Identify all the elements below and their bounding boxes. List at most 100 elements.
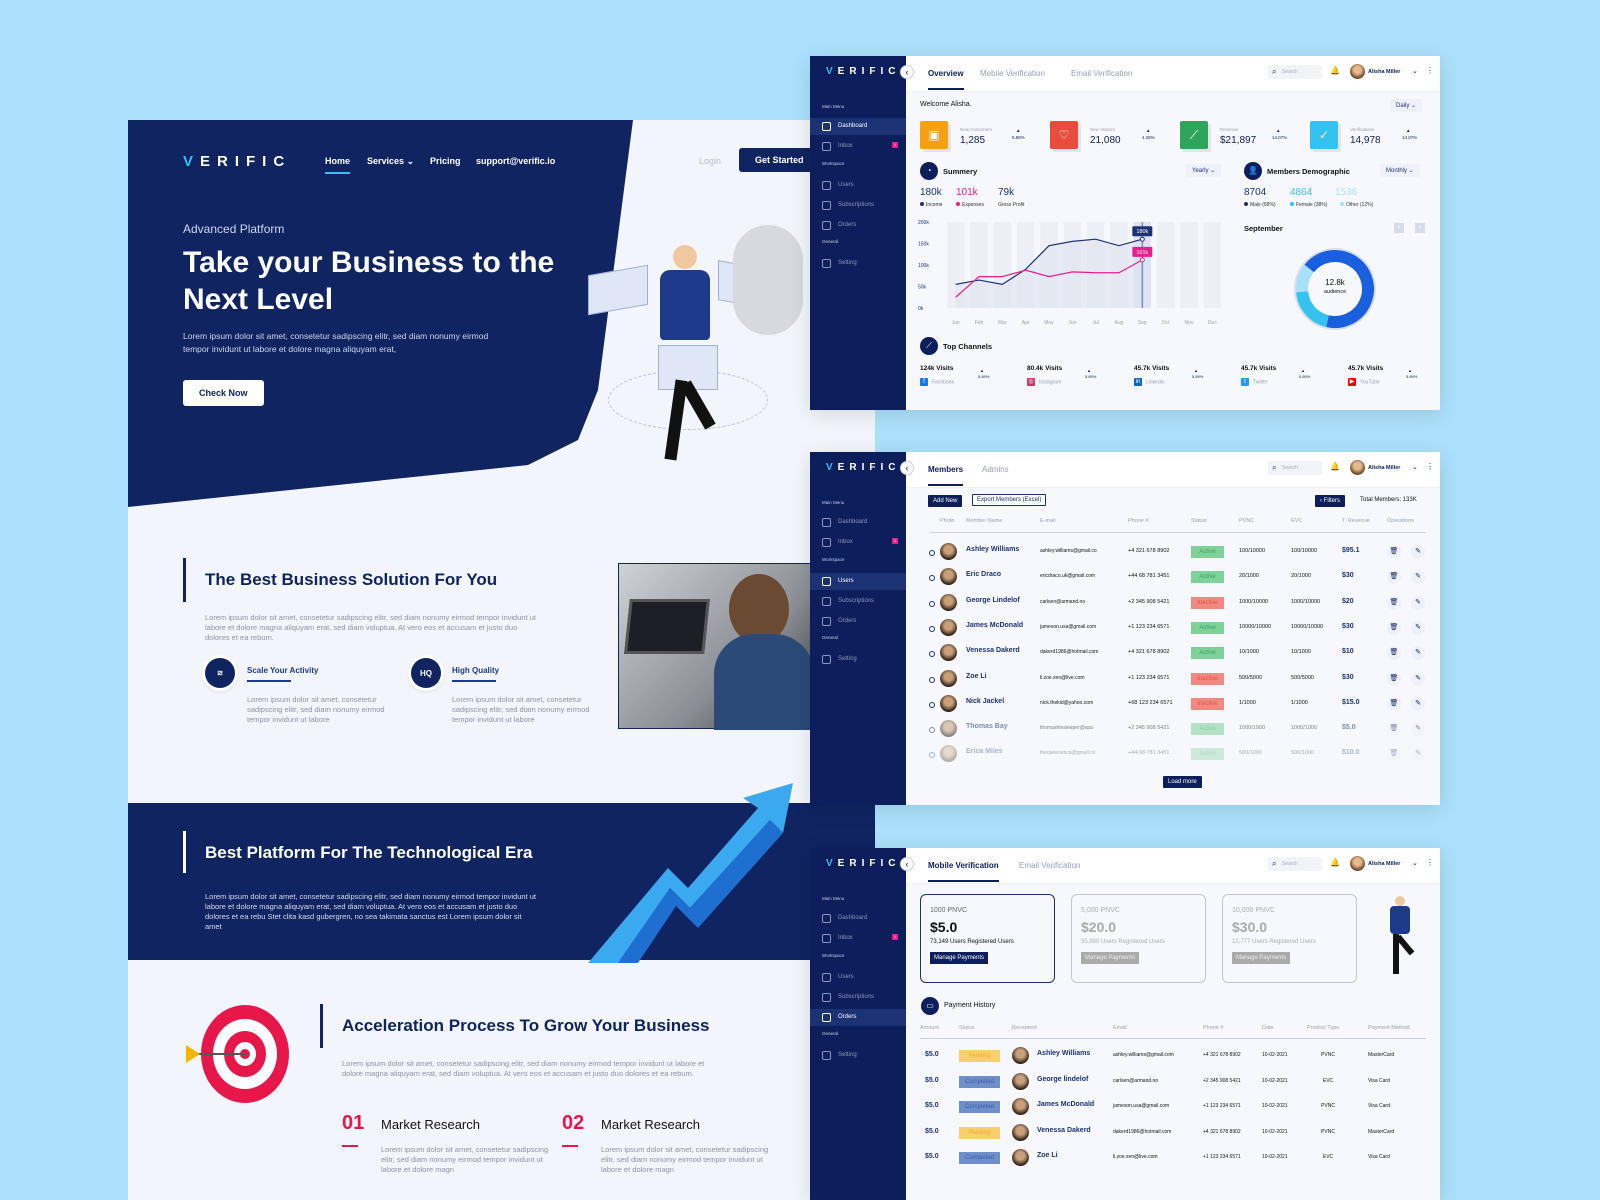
plan-card[interactable]: 10,000 PNVC $30.0 12,777 Users Registered … xyxy=(1222,894,1357,983)
member-name[interactable]: Thomas Bay xyxy=(966,723,1008,730)
demographic-period-select[interactable]: Monthly ⌄ xyxy=(1380,164,1420,177)
delete-button[interactable]: 🗑 xyxy=(1387,747,1401,762)
recipient-name[interactable]: James McDonald xyxy=(1037,1101,1094,1108)
user-name[interactable]: Alisha Miller xyxy=(1368,69,1400,75)
prev-month-button[interactable]: ‹ xyxy=(1394,223,1404,233)
sidebar-item-subscriptions[interactable]: Subscriptions xyxy=(810,989,906,1006)
login-link[interactable]: Login xyxy=(699,156,721,166)
period-select[interactable]: Daily ⌄ xyxy=(1390,99,1423,112)
edit-button[interactable]: ✎ xyxy=(1411,696,1425,711)
delete-button[interactable]: 🗑 xyxy=(1387,722,1401,737)
row-checkbox[interactable] xyxy=(929,600,935,607)
edit-button[interactable]: ✎ xyxy=(1411,671,1425,686)
user-avatar[interactable] xyxy=(1350,460,1365,475)
nav-support-email[interactable]: support@verific.io xyxy=(476,156,555,166)
recipient-name[interactable]: George lindelof xyxy=(1037,1076,1088,1083)
load-more-button[interactable]: Load more xyxy=(1163,776,1202,788)
manage-payments-button[interactable]: Manage Payments xyxy=(930,952,989,964)
member-name[interactable]: Nick Jackel xyxy=(966,698,1004,705)
recipient-name[interactable]: Zoe Li xyxy=(1037,1152,1058,1159)
delete-button[interactable]: 🗑 xyxy=(1387,646,1401,661)
edit-button[interactable]: ✎ xyxy=(1411,722,1425,737)
member-name[interactable]: Erica Miles xyxy=(966,748,1003,755)
sidebar-logo[interactable]: VERIFIC xyxy=(826,462,900,473)
sidebar-logo[interactable]: VERIFIC xyxy=(826,858,900,869)
collapse-sidebar-button[interactable]: ‹ xyxy=(900,857,914,871)
delete-button[interactable]: 🗑 xyxy=(1387,545,1401,559)
tab-overview[interactable]: Overview xyxy=(928,69,964,90)
tab-mobile-verification[interactable]: Mobile Verification xyxy=(928,861,999,882)
sidebar-item-subscriptions[interactable]: Subscriptions xyxy=(810,197,906,214)
edit-button[interactable]: ✎ xyxy=(1411,747,1425,762)
chevron-down-icon[interactable]: ⌄ xyxy=(1412,67,1418,75)
tab-mobile-verification[interactable]: Mobile Verification xyxy=(980,69,1045,78)
manage-payments-button[interactable]: Manage Payments xyxy=(1081,952,1140,964)
sidebar-logo[interactable]: VERIFIC xyxy=(826,66,900,77)
manage-payments-button[interactable]: Manage Payments xyxy=(1232,952,1291,964)
row-checkbox[interactable] xyxy=(929,550,935,556)
edit-button[interactable]: ✎ xyxy=(1411,595,1425,610)
sidebar-item-orders[interactable]: Orders xyxy=(810,1009,906,1026)
member-name[interactable]: James McDonald xyxy=(966,622,1023,629)
export-members-button[interactable]: Export Members (Excel) xyxy=(972,494,1047,506)
member-name[interactable]: George Lindelof xyxy=(966,597,1020,604)
user-avatar[interactable] xyxy=(1350,64,1365,79)
chevron-down-icon[interactable]: ⌄ xyxy=(1412,463,1418,471)
row-checkbox[interactable] xyxy=(929,625,935,632)
row-checkbox[interactable] xyxy=(929,752,935,759)
sidebar-item-dashboard[interactable]: Dashboard xyxy=(810,514,906,531)
bell-icon[interactable]: 🔔 xyxy=(1330,462,1342,474)
sidebar-item-dashboard[interactable]: Dashboard xyxy=(810,910,906,927)
get-started-button[interactable]: Get Started xyxy=(739,148,820,172)
delete-button[interactable]: 🗑 xyxy=(1387,671,1401,686)
tab-email-verification[interactable]: Email Verification xyxy=(1019,861,1080,870)
member-name[interactable]: Zoe Li xyxy=(966,673,987,680)
tab-email-verification[interactable]: Email Verification xyxy=(1071,69,1132,78)
more-menu-icon[interactable]: ⋮ xyxy=(1426,66,1434,75)
search-input[interactable]: Search xyxy=(1268,461,1322,475)
more-menu-icon[interactable]: ⋮ xyxy=(1426,462,1434,471)
search-input[interactable]: Search xyxy=(1268,65,1322,79)
check-now-button[interactable]: Check Now xyxy=(183,380,264,406)
search-input[interactable]: Search xyxy=(1268,857,1322,871)
landing-logo[interactable]: VERIFIC xyxy=(183,153,291,170)
sidebar-item-inbox[interactable]: Inbox 1 xyxy=(810,138,906,155)
user-avatar[interactable] xyxy=(1350,856,1365,871)
nav-pricing[interactable]: Pricing xyxy=(430,156,461,166)
tab-admins[interactable]: Admins xyxy=(982,465,1009,474)
bell-icon[interactable]: 🔔 xyxy=(1330,858,1342,870)
member-name[interactable]: Eric Draco xyxy=(966,571,1001,578)
row-checkbox[interactable] xyxy=(929,676,935,683)
bell-icon[interactable]: 🔔 xyxy=(1330,66,1342,78)
edit-button[interactable]: ✎ xyxy=(1411,570,1425,585)
add-new-button[interactable]: Add New xyxy=(928,495,963,507)
chevron-down-icon[interactable]: ⌄ xyxy=(1412,859,1418,867)
plan-card[interactable]: 1000 PNVC $5.0 73,149 Users Registered Use… xyxy=(920,894,1055,983)
sidebar-item-setting[interactable]: Setting xyxy=(810,255,906,272)
sidebar-item-users[interactable]: Users xyxy=(810,177,906,194)
next-month-button[interactable]: › xyxy=(1415,223,1425,233)
row-checkbox[interactable] xyxy=(929,701,935,708)
row-checkbox[interactable] xyxy=(929,575,935,582)
collapse-sidebar-button[interactable]: ‹ xyxy=(900,461,914,475)
delete-button[interactable]: 🗑 xyxy=(1387,620,1401,635)
nav-home[interactable]: Home xyxy=(325,156,351,174)
row-checkbox[interactable] xyxy=(929,651,935,658)
row-checkbox[interactable] xyxy=(929,727,935,734)
summary-period-select[interactable]: Yearly ⌄ xyxy=(1186,164,1222,177)
edit-button[interactable]: ✎ xyxy=(1411,545,1425,559)
delete-button[interactable]: 🗑 xyxy=(1387,570,1401,585)
recipient-name[interactable]: Venessa Dakerd xyxy=(1037,1127,1091,1134)
more-menu-icon[interactable]: ⋮ xyxy=(1426,858,1434,867)
delete-button[interactable]: 🗑 xyxy=(1387,595,1401,610)
collapse-sidebar-button[interactable]: ‹ xyxy=(900,65,914,79)
nav-services[interactable]: Services ⌄ xyxy=(367,156,414,167)
member-name[interactable]: Ashley Williams xyxy=(966,546,1019,553)
sidebar-item-dashboard[interactable]: Dashboard xyxy=(810,118,906,135)
user-name[interactable]: Alisha Miller xyxy=(1368,861,1400,867)
member-name[interactable]: Venessa Dakerd xyxy=(966,647,1020,654)
tab-members[interactable]: Members xyxy=(928,465,964,486)
edit-button[interactable]: ✎ xyxy=(1411,620,1425,635)
filters-button[interactable]: ‹ Filters xyxy=(1315,495,1346,507)
sidebar-item-users[interactable]: Users xyxy=(810,969,906,986)
